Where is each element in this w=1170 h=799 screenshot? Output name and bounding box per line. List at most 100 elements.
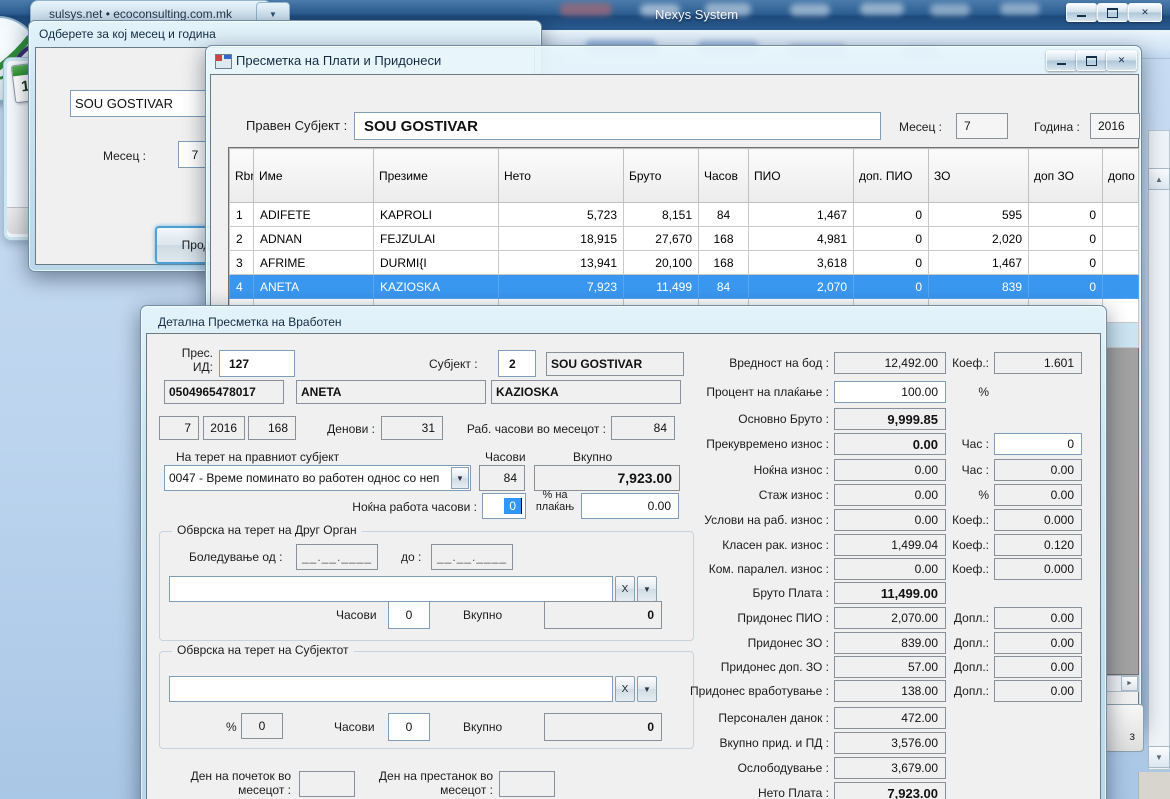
- salary-maximize-button[interactable]: [1076, 50, 1107, 71]
- cell[interactable]: [1103, 251, 1139, 275]
- calc-subvalue-field: 0.000: [994, 509, 1082, 531]
- column-header-8[interactable]: доп. ПИО: [854, 149, 929, 203]
- cell[interactable]: 20,100: [624, 251, 699, 275]
- cell[interactable]: 0: [1029, 251, 1103, 275]
- cell[interactable]: 11,499: [624, 275, 699, 299]
- cell[interactable]: 0: [1029, 227, 1103, 251]
- main-minimize-button[interactable]: [1066, 3, 1097, 22]
- cell[interactable]: [1103, 299, 1139, 323]
- cell[interactable]: 0: [854, 203, 929, 227]
- selected-text: 0: [504, 498, 522, 514]
- cell[interactable]: 84: [699, 275, 749, 299]
- cell[interactable]: 27,670: [624, 227, 699, 251]
- cell[interactable]: [1103, 203, 1139, 227]
- subject-burden-combobox[interactable]: [169, 676, 613, 702]
- cell[interactable]: ANETA: [254, 275, 374, 299]
- cell[interactable]: 2: [230, 227, 254, 251]
- cell[interactable]: 2,070: [749, 275, 854, 299]
- start-day-field[interactable]: [299, 771, 355, 797]
- column-header-7[interactable]: ПИО: [749, 149, 854, 203]
- cell[interactable]: 0: [854, 275, 929, 299]
- hours-field: 168: [248, 416, 296, 440]
- scroll-right-button[interactable]: ►: [1121, 676, 1138, 691]
- salary-minimize-button[interactable]: [1046, 50, 1077, 71]
- cell[interactable]: KAPROLI: [374, 203, 499, 227]
- work-type-dropdown-button[interactable]: ▼: [451, 467, 469, 489]
- cell[interactable]: KAZIOSKA: [374, 275, 499, 299]
- month-dialog-title: Одберете за кој месец и година: [39, 27, 216, 41]
- cell[interactable]: [1103, 275, 1139, 299]
- cell[interactable]: 18,915: [499, 227, 624, 251]
- main-maximize-button[interactable]: [1097, 3, 1128, 22]
- calc-sublabel: Допл.:: [941, 611, 989, 625]
- main-close-button[interactable]: ✕: [1128, 3, 1162, 22]
- cell[interactable]: 595: [929, 203, 1029, 227]
- table-row-4[interactable]: 4ANETAKAZIOSKA7,92311,499842,07008390: [230, 275, 1139, 299]
- cell[interactable]: 13,941: [499, 251, 624, 275]
- column-header-3[interactable]: Презиме: [374, 149, 499, 203]
- calc-value-field: 3,576.00: [834, 732, 946, 754]
- column-header-10[interactable]: доп ЗО: [1029, 149, 1103, 203]
- cell[interactable]: 839: [929, 275, 1029, 299]
- other-organ-hours-input[interactable]: 0: [388, 601, 430, 629]
- cell[interactable]: 7,923: [499, 275, 624, 299]
- cell[interactable]: 0: [1029, 203, 1103, 227]
- end-day-field[interactable]: [499, 771, 555, 797]
- table-row-3[interactable]: 3AFRIMEDURMI{I13,94120,1001683,61801,467…: [230, 251, 1139, 275]
- days-field: 31: [381, 416, 443, 440]
- cell[interactable]: 2,020: [929, 227, 1029, 251]
- cell[interactable]: [1103, 227, 1139, 251]
- subject-label: Правен Субјект :: [246, 118, 347, 133]
- calc-value-field[interactable]: 100.00: [834, 381, 946, 403]
- work-type-combobox[interactable]: 0047 - Време поминато во работен однос с…: [164, 465, 471, 491]
- status-corner: [1138, 772, 1170, 799]
- subject-burden-hours-input[interactable]: 0: [388, 713, 430, 741]
- scroll-down-icon: ▼: [1155, 753, 1163, 762]
- cell[interactable]: AFRIME: [254, 251, 374, 275]
- column-header-6[interactable]: Часов: [699, 149, 749, 203]
- cell[interactable]: 84: [699, 203, 749, 227]
- calc-sublabel: Коеф.:: [941, 513, 989, 527]
- cell[interactable]: 1,467: [749, 203, 854, 227]
- desktop: Nexys System ✕ ▲ ▼ sulsys.net • ecoconsu…: [0, 0, 1170, 799]
- scroll-up-button[interactable]: ▲: [1148, 168, 1170, 190]
- sick-to-field[interactable]: __.__.____: [431, 544, 513, 570]
- cell[interactable]: 0: [854, 227, 929, 251]
- sick-from-field[interactable]: __.__.____: [296, 544, 378, 570]
- main-vertical-scrollbar[interactable]: [1148, 130, 1170, 770]
- table-row-2[interactable]: 2ADNANFEJZULAI18,91527,6701684,98102,020…: [230, 227, 1139, 251]
- cell[interactable]: 168: [699, 227, 749, 251]
- cell[interactable]: 0: [1029, 275, 1103, 299]
- cell[interactable]: 1: [230, 203, 254, 227]
- column-header-9[interactable]: ЗО: [929, 149, 1029, 203]
- cell[interactable]: ADNAN: [254, 227, 374, 251]
- cell[interactable]: 5,723: [499, 203, 624, 227]
- cell[interactable]: 0: [854, 251, 929, 275]
- table-row-1[interactable]: 1ADIFETEKAPROLI5,7238,151841,46705950: [230, 203, 1139, 227]
- night-work-input[interactable]: 0: [482, 493, 526, 519]
- subject-field[interactable]: SOU GOSTIVAR: [354, 112, 881, 140]
- scroll-down-button[interactable]: ▼: [1148, 746, 1170, 768]
- cell[interactable]: 4,981: [749, 227, 854, 251]
- column-header-2[interactable]: Име: [254, 149, 374, 203]
- calc-subvalue-field[interactable]: 0: [994, 433, 1082, 455]
- column-header-11[interactable]: допо: [1103, 149, 1139, 203]
- calc-label: Бруто Плата :: [596, 586, 829, 600]
- cell[interactable]: 3,618: [749, 251, 854, 275]
- cell[interactable]: 168: [699, 251, 749, 275]
- cell[interactable]: 3: [230, 251, 254, 275]
- other-organ-combobox[interactable]: [169, 576, 613, 602]
- cell[interactable]: 1,467: [929, 251, 1029, 275]
- cell[interactable]: DURMI{I: [374, 251, 499, 275]
- blur-artifact: [1000, 3, 1040, 15]
- column-header-5[interactable]: Бруто: [624, 149, 699, 203]
- cell[interactable]: ADIFETE: [254, 203, 374, 227]
- month-field: 7: [956, 113, 1008, 139]
- cell[interactable]: FEJZULAI: [374, 227, 499, 251]
- column-header-1[interactable]: Rbr: [230, 149, 254, 203]
- column-header-4[interactable]: Нето: [499, 149, 624, 203]
- cell[interactable]: 4: [230, 275, 254, 299]
- cell[interactable]: 8,151: [624, 203, 699, 227]
- dialog-subject-field[interactable]: SOU GOSTIVAR: [70, 90, 220, 117]
- salary-close-button[interactable]: ✕: [1106, 50, 1137, 71]
